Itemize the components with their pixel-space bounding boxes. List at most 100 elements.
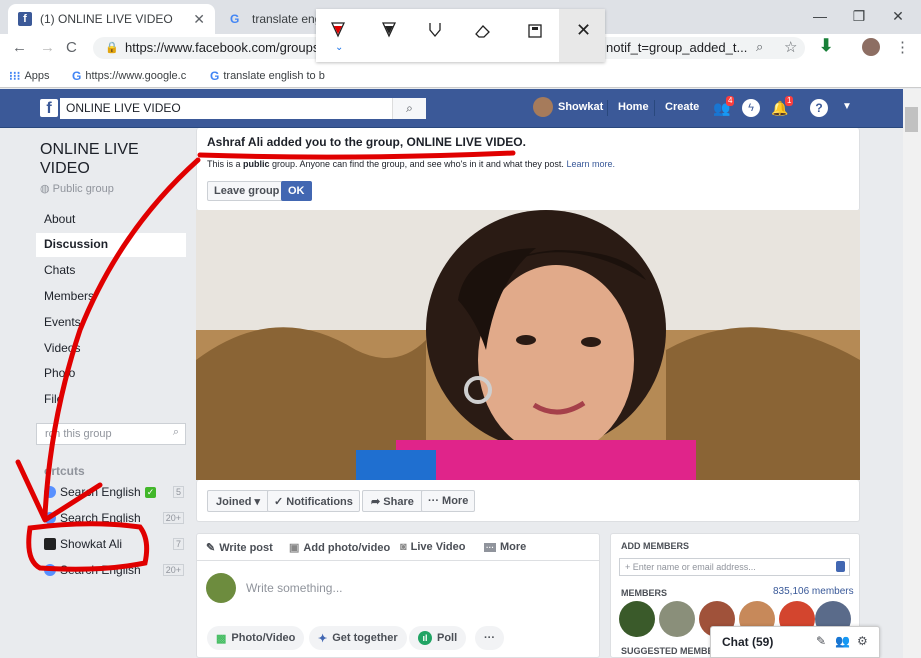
compose-message-icon[interactable]: ✎ <box>816 634 826 648</box>
shortcut-item[interactable]: Search English ✓ 5 <box>44 482 184 502</box>
bookmark-apps[interactable]: ⁝⁝⁝ Apps <box>9 69 50 83</box>
forward-icon[interactable]: → <box>40 39 55 56</box>
pen-red-icon[interactable] <box>330 22 346 41</box>
poll-pill[interactable]: ıl Poll <box>409 626 467 650</box>
close-window-icon[interactable]: ✕ <box>875 0 921 32</box>
sidebar-item-events[interactable]: Events <box>36 311 186 335</box>
photo-video-pill[interactable]: ▩ Photo/Video <box>207 626 305 650</box>
sidebar-item-discussion[interactable]: Discussion <box>36 233 186 257</box>
more-tab[interactable]: ··· More <box>484 541 526 553</box>
close-icon[interactable]: ✕ <box>576 20 591 41</box>
friend-requests-badge: 4 <box>726 96 735 106</box>
live-video-tab[interactable]: ◙ Live Video <box>400 541 465 553</box>
group-cover-photo[interactable] <box>196 210 860 480</box>
search-icon[interactable]: ⌕ <box>392 98 426 119</box>
share-button[interactable]: ➦ Share <box>362 490 423 512</box>
chat-settings-gear-icon[interactable]: ⚙ <box>857 634 868 648</box>
pill-label: Poll <box>437 632 458 644</box>
cover-photo-image <box>196 210 860 480</box>
sidebar-item-chats[interactable]: Chats <box>36 259 186 283</box>
help-icon[interactable]: ? <box>810 99 828 117</box>
chat-label[interactable]: Chat (59) <box>722 635 773 649</box>
add-photo-video-tab[interactable]: ▣ Add photo/video <box>289 541 390 555</box>
shortcut-count: 20+ <box>162 564 184 576</box>
save-icon[interactable] <box>528 24 542 41</box>
ok-button[interactable]: OK <box>281 181 312 201</box>
shortcut-item[interactable]: Search English 20+ <box>44 508 184 528</box>
notifications-button[interactable]: ✓ Notifications <box>267 490 360 512</box>
bookmark-label: translate english to b <box>223 70 325 82</box>
zoom-icon[interactable]: ⌕ <box>756 39 763 55</box>
facebook-logo-icon[interactable]: f <box>40 99 58 117</box>
home-link[interactable]: Home <box>618 101 649 113</box>
shortcut-count: 7 <box>172 538 184 550</box>
member-avatar[interactable] <box>619 601 655 637</box>
more-grid-icon: ··· <box>484 542 496 552</box>
leave-group-button[interactable]: Leave group <box>207 181 287 201</box>
sidebar-item-photos[interactable]: Photo <box>36 362 186 386</box>
bookmark-google[interactable]: G https://www.google.c <box>72 69 186 83</box>
composer-input[interactable]: Write something... <box>246 581 342 595</box>
members-count-link[interactable]: 835,106 members <box>773 586 854 597</box>
google-favicon-icon: G <box>230 12 240 26</box>
messenger-icon[interactable]: ϟ <box>742 99 760 117</box>
shortcut-item[interactable]: Search English 20+ <box>44 560 184 580</box>
divider <box>196 560 600 561</box>
add-member-input[interactable]: + Enter name or email address... <box>619 558 850 576</box>
highlighter-icon[interactable] <box>428 22 442 41</box>
profile-link[interactable]: Showkat <box>558 101 603 113</box>
privacy-label: ◍ Public group <box>40 182 114 195</box>
tab-active[interactable]: f (1) ONLINE LIVE VIDEO ✕ <box>8 4 215 34</box>
more-options-pill[interactable]: ··· <box>475 626 504 650</box>
group-title[interactable]: ONLINE LIVE VIDEO <box>40 140 170 178</box>
desc-bold: public <box>243 159 270 169</box>
download-extension-icon[interactable]: ⬇ <box>819 36 833 56</box>
menu-kebab-icon[interactable]: ⋮ <box>895 38 910 56</box>
suggested-members-title: SUGGESTED MEMBE <box>621 646 714 656</box>
user-avatar[interactable] <box>533 97 553 117</box>
google-icon: G <box>72 69 82 83</box>
eraser-icon[interactable] <box>475 24 491 41</box>
member-avatar[interactable] <box>659 601 695 637</box>
bookmark-star-icon[interactable]: ☆ <box>784 38 797 56</box>
scrollbar-thumb[interactable] <box>905 107 918 132</box>
sidebar-item-videos[interactable]: Videos <box>36 337 186 361</box>
pill-label: Photo/Video <box>231 632 296 644</box>
account-menu-caret-icon[interactable]: ▼ <box>842 101 852 112</box>
shortcut-label: Search English <box>60 563 141 577</box>
pencil-icon: ✎ <box>206 542 216 554</box>
page-avatar-icon <box>44 538 56 550</box>
close-tab-icon[interactable]: ✕ <box>193 11 205 28</box>
write-post-tab[interactable]: ✎ Write post <box>206 541 273 555</box>
desc-pre: This is a <box>207 159 244 169</box>
back-icon[interactable]: ← <box>12 39 27 56</box>
tab-title: translate engl <box>252 12 320 26</box>
create-link[interactable]: Create <box>665 101 699 113</box>
shortcut-label: Search English <box>60 485 141 499</box>
more-button[interactable]: ··· More <box>421 490 476 512</box>
bookmark-translate[interactable]: G translate english to b <box>210 69 325 83</box>
add-members-title: ADD MEMBERS <box>621 541 690 551</box>
facebook-search-input[interactable]: ONLINE LIVE VIDEO <box>60 98 426 119</box>
group-search-input[interactable]: rch this group ⌕ <box>36 423 186 445</box>
sidebar-item-members[interactable]: Members <box>36 285 186 309</box>
shortcut-item[interactable]: Showkat Ali 7 <box>44 534 184 554</box>
get-together-pill[interactable]: ✦ Get together <box>309 626 407 650</box>
add-member-send-icon[interactable] <box>836 561 845 572</box>
profile-avatar[interactable] <box>862 38 880 56</box>
reload-icon[interactable]: C <box>66 39 77 56</box>
page-scrollbar[interactable] <box>903 89 921 658</box>
privacy-text: Public group <box>52 183 114 195</box>
notifications-badge: 1 <box>785 96 794 106</box>
sidebar-item-about[interactable]: About <box>36 208 186 232</box>
tab-inactive[interactable]: G translate engl <box>220 4 330 34</box>
joined-dropdown-button[interactable]: Joined ▾ <box>207 490 270 512</box>
sidebar-item-files[interactable]: File <box>36 388 186 412</box>
new-group-chat-icon[interactable]: 👥 <box>835 634 850 648</box>
tab-label: Write post <box>219 541 273 554</box>
desc-post: group. Anyone can find the group, and se… <box>269 159 564 169</box>
learn-more-link[interactable]: Learn more. <box>566 159 615 169</box>
public-group-description: This is a public group. Anyone can find … <box>207 159 615 169</box>
chevron-down-icon[interactable]: ⌄ <box>335 42 343 53</box>
pen-black-icon[interactable] <box>381 22 397 41</box>
